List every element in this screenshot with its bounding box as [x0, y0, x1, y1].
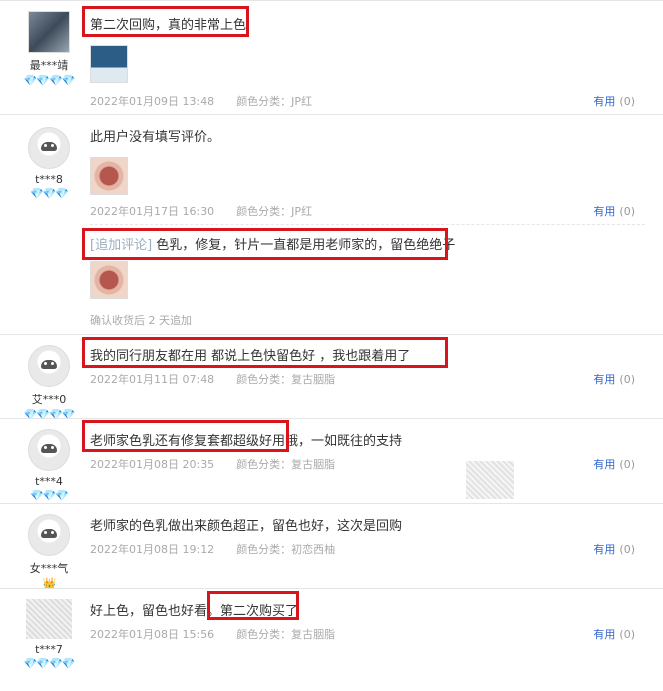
reviewer-name: 女***气: [29, 562, 69, 575]
diamond-badge-icon: 💎💎💎💎: [23, 657, 76, 670]
useful-count: (0): [619, 373, 635, 386]
color-category: 颜色分类：初恋西柚: [236, 543, 336, 556]
avatar: [28, 127, 70, 169]
reviewer-name: t***8: [35, 173, 63, 186]
review-date: 2022年01月17日 16:30: [90, 205, 215, 218]
color-category: 颜色分类：复古胭脂: [236, 458, 336, 471]
reviewer-info: t***8 💎💎💎: [18, 127, 80, 200]
useful-label[interactable]: 有用: [593, 373, 615, 386]
useful-button[interactable]: 有用 (0): [593, 371, 635, 387]
review-photo[interactable]: [466, 461, 514, 499]
review-date: 2022年01月08日 15:56: [90, 628, 215, 641]
append-divider: [90, 224, 645, 225]
review-meta: 2022年01月08日 19:12 颜色分类：初恋西柚: [90, 541, 335, 557]
color-category: 颜色分类：复古胭脂: [236, 373, 336, 386]
diamond-badge-icon: 💎💎💎: [29, 489, 69, 502]
review-photo[interactable]: [90, 157, 128, 195]
review-meta: 2022年01月09日 13:48 颜色分类：JP红: [90, 93, 312, 109]
review-meta: 2022年01月08日 20:35 颜色分类：复古胭脂: [90, 456, 335, 472]
avatar: [28, 11, 70, 53]
review-date: 2022年01月08日 19:12: [90, 543, 215, 556]
avatar: [26, 599, 72, 639]
color-category: 颜色分类：JP红: [236, 95, 313, 108]
avatar: [28, 514, 70, 556]
review-item: 女***气 👑 老师家的色乳做出来颜色超正，留色也好，这次是回购 2022年01…: [0, 503, 663, 590]
useful-label[interactable]: 有用: [593, 205, 615, 218]
review-item: t***8 💎💎💎 此用户没有填写评价。 2022年01月17日 16:30 颜色…: [0, 114, 663, 335]
review-date: 2022年01月08日 20:35: [90, 458, 215, 471]
review-meta: 2022年01月11日 07:48 颜色分类：复古胭脂: [90, 371, 335, 387]
useful-count: (0): [619, 205, 635, 218]
useful-label[interactable]: 有用: [593, 95, 615, 108]
reviewer-info: t***4 💎💎💎: [18, 429, 80, 502]
reviewer-info: 最***靖 💎💎💎💎: [18, 11, 80, 87]
append-photo[interactable]: [90, 261, 128, 299]
avatar: [28, 345, 70, 387]
review-text: 老师家的色乳做出来颜色超正，留色也好，这次是回购: [90, 519, 403, 534]
review-photo[interactable]: [90, 45, 128, 83]
highlight-box: [82, 337, 448, 368]
useful-count: (0): [619, 543, 635, 556]
useful-count: (0): [619, 95, 635, 108]
highlight-box: [82, 228, 448, 260]
reviewer-info: t***7 💎💎💎💎: [18, 599, 80, 670]
useful-button[interactable]: 有用 (0): [593, 456, 635, 472]
reviewer-info: 艾***0 💎💎💎💎: [18, 345, 80, 421]
color-category: 颜色分类：复古胭脂: [236, 628, 336, 641]
color-category: 颜色分类：JP红: [236, 205, 313, 218]
useful-button[interactable]: 有用 (0): [593, 626, 635, 642]
useful-count: (0): [619, 628, 635, 641]
review-date: 2022年01月11日 07:48: [90, 373, 215, 386]
useful-button[interactable]: 有用 (0): [593, 203, 635, 219]
reviewer-name: t***7: [35, 643, 63, 656]
highlight-box: [82, 420, 289, 452]
diamond-badge-icon: 💎💎💎💎: [23, 74, 76, 87]
reviewer-name: t***4: [35, 475, 63, 488]
useful-button[interactable]: 有用 (0): [593, 93, 635, 109]
review-item: t***7 💎💎💎💎 好上色，留色也好看。第二次购买了 2022年01月08日 …: [0, 588, 663, 691]
reviewer-info: 女***气 👑: [18, 514, 80, 590]
useful-button[interactable]: 有用 (0): [593, 541, 635, 557]
useful-label[interactable]: 有用: [593, 458, 615, 471]
review-meta: 2022年01月08日 15:56 颜色分类：复古胭脂: [90, 626, 335, 642]
avatar: [28, 429, 70, 471]
reviewer-name: 艾***0: [31, 393, 67, 406]
diamond-badge-icon: 💎💎💎: [29, 187, 69, 200]
highlight-box: [207, 591, 299, 620]
useful-label[interactable]: 有用: [593, 543, 615, 556]
reviewer-name: 最***靖: [29, 59, 69, 72]
useful-label[interactable]: 有用: [593, 628, 615, 641]
append-confirm-note: 确认收货后 2 天追加: [90, 314, 192, 327]
review-text: 此用户没有填写评价。: [90, 130, 221, 145]
highlight-box: [82, 6, 249, 37]
useful-count: (0): [619, 458, 635, 471]
review-date: 2022年01月09日 13:48: [90, 95, 215, 108]
review-meta: 2022年01月17日 16:30 颜色分类：JP红: [90, 203, 312, 219]
